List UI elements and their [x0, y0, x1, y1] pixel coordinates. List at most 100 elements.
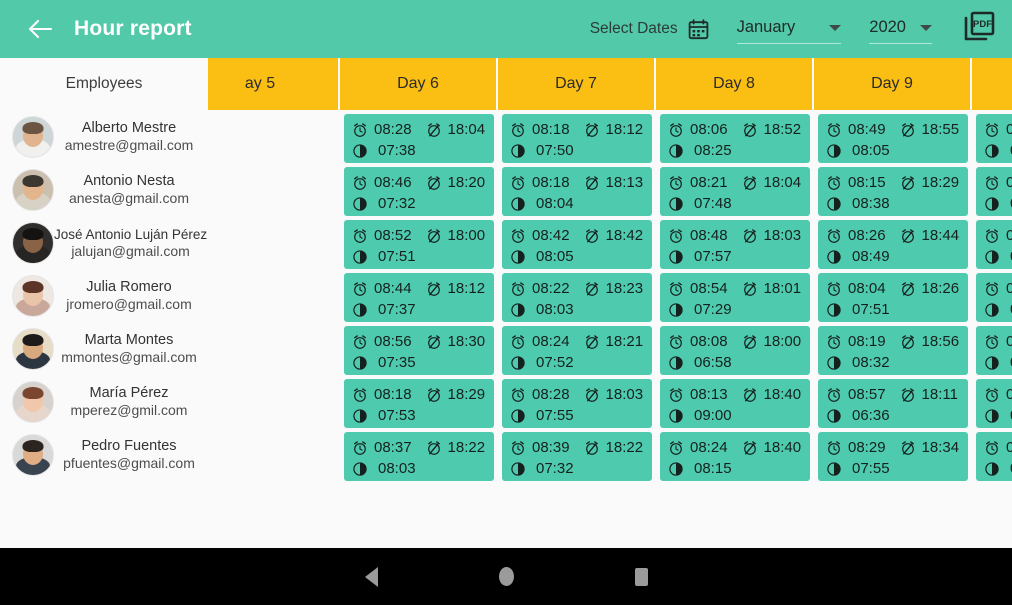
- record-inout-line: 08:24 18:40: [668, 437, 802, 458]
- day-column-header[interactable]: ay 5: [195, 58, 340, 110]
- employees-column-header: Employees: [0, 58, 208, 110]
- clock-half-icon: [353, 249, 367, 264]
- record-cell[interactable]: 08:15 08:00: [976, 273, 1012, 322]
- clock-in-time: 08:28: [374, 121, 412, 138]
- record-inout-line: 08:18 18:13: [510, 172, 644, 193]
- clock-in-time: 08:39: [532, 439, 570, 456]
- page-title: Hour report: [74, 17, 192, 40]
- nav-back-button[interactable]: [304, 566, 439, 587]
- record-cell[interactable]: 08:04 08:50: [976, 326, 1012, 375]
- record-total-line: 08:08: [984, 140, 1012, 161]
- alarm-clock-icon: [354, 387, 366, 402]
- employee-row[interactable]: Pedro Fuentes pfuentes@gmail.com: [0, 428, 208, 481]
- month-value: January: [736, 18, 796, 36]
- record-cell[interactable]: 08:18 18:13 08:04: [502, 167, 652, 216]
- total-hours: 08:15: [694, 460, 732, 477]
- record-cell[interactable]: 08:24 18:21 07:52: [502, 326, 652, 375]
- app-bar: Hour report Select Dates January 2020 PD…: [0, 0, 1012, 58]
- record-cell[interactable]: 08:48 18:03 07:57: [660, 220, 810, 269]
- record-cell[interactable]: 08:24 18:40 08:15: [660, 432, 810, 481]
- record-cell[interactable]: 08:39 18:22 07:32: [502, 432, 652, 481]
- record-cell[interactable]: 08:29 18:34 07:55: [818, 432, 968, 481]
- record-total-line: 07:38: [352, 140, 486, 161]
- record-cell[interactable]: 08:09 08:13: [976, 220, 1012, 269]
- record-cell[interactable]: 08:44 18:12 07:37: [344, 273, 494, 322]
- clock-in-time: 08:09: [1006, 227, 1012, 244]
- record-cell[interactable]: 08:18 18:29 07:53: [344, 379, 494, 428]
- day-column-header[interactable]: Day 8: [656, 58, 814, 110]
- record-cell-empty: [195, 163, 336, 216]
- back-button[interactable]: [14, 0, 66, 58]
- day-column-header[interactable]: Day 6: [340, 58, 498, 110]
- record-cell[interactable]: 08:26 18:44 08:49: [818, 220, 968, 269]
- clock-in-time: 08:37: [374, 439, 412, 456]
- alarm-clock-icon: [512, 281, 524, 296]
- record-inout-line: 08:54: [984, 437, 1012, 458]
- record-cell[interactable]: 08:46 18:20 07:32: [344, 167, 494, 216]
- alarm-off-icon: [901, 387, 914, 402]
- day-column-header[interactable]: Day 7: [498, 58, 656, 110]
- clock-half-icon: [985, 461, 999, 476]
- clock-half-icon: [511, 143, 525, 158]
- nav-recents-button[interactable]: [574, 567, 709, 586]
- day-column-header[interactable]: Day: [972, 58, 1012, 110]
- clock-out-time: 18:22: [447, 439, 486, 456]
- record-cell[interactable]: 08:57 18:11 06:36: [818, 379, 968, 428]
- employee-row[interactable]: María Pérez mperez@gmil.com: [0, 375, 208, 428]
- export-pdf-button[interactable]: PDF: [962, 9, 998, 50]
- month-dropdown[interactable]: January: [736, 18, 842, 44]
- alarm-off-icon: [427, 228, 440, 243]
- alarm-clock-icon: [512, 440, 524, 455]
- record-cell[interactable]: 08:54 07:00: [976, 432, 1012, 481]
- record-cell[interactable]: 08:28 18:04 07:38: [344, 114, 494, 163]
- day-column-header[interactable]: Day 9: [814, 58, 972, 110]
- alarm-off-icon: [901, 175, 914, 190]
- record-cell[interactable]: 08:42 18:42 08:05: [502, 220, 652, 269]
- clock-out-time: 18:22: [605, 439, 644, 456]
- record-cell[interactable]: 08:37 18:22 08:03: [344, 432, 494, 481]
- record-cell[interactable]: 08:13 18:40 09:00: [660, 379, 810, 428]
- record-cell[interactable]: 08:25 09:05: [976, 167, 1012, 216]
- employee-list: Alberto Mestre amestre@gmail.com Antonio N…: [0, 110, 208, 548]
- chevron-down-icon: [829, 24, 842, 31]
- chevron-down-icon: [920, 24, 932, 31]
- record-cell[interactable]: 08:18 18:12 07:50: [502, 114, 652, 163]
- record-cell[interactable]: 08:22 18:23 08:03: [502, 273, 652, 322]
- clock-in-time: 08:21: [690, 174, 728, 191]
- record-cell[interactable]: 08:19 18:56 08:32: [818, 326, 968, 375]
- record-total-line: 08:50: [984, 352, 1012, 373]
- employee-row[interactable]: Alberto Mestre amestre@gmail.com: [0, 110, 208, 163]
- record-cell[interactable]: 08:56 18:30 07:35: [344, 326, 494, 375]
- record-cell-empty: [195, 269, 336, 322]
- employee-row[interactable]: Antonio Nesta anesta@gmail.com: [0, 163, 208, 216]
- year-dropdown[interactable]: 2020: [869, 18, 932, 44]
- alarm-clock-icon: [828, 228, 840, 243]
- record-cell[interactable]: 08:15 18:29 08:38: [818, 167, 968, 216]
- employee-row[interactable]: Julia Romero jromero@gmail.com: [0, 269, 208, 322]
- alarm-clock-icon: [512, 175, 524, 190]
- record-cell[interactable]: 08:28 18:03 07:55: [502, 379, 652, 428]
- days-header-viewport[interactable]: ay 5 Day 6 Day 7 Day 8 Day 9 Day: [195, 58, 1012, 110]
- nav-recents-icon: [634, 567, 648, 586]
- employee-row[interactable]: Marta Montes mmontes@gmail.com: [0, 322, 208, 375]
- records-column: 08:37 08:08 08:25 09:05 08:09 08:13 08:15 08:00…: [972, 110, 1012, 481]
- record-cell[interactable]: 08:08 18:00 06:58: [660, 326, 810, 375]
- avatar-hair: [22, 439, 44, 452]
- record-inout-line: 08:37: [984, 119, 1012, 140]
- record-cell[interactable]: 08:37 08:08: [976, 114, 1012, 163]
- clock-half-icon: [985, 355, 999, 370]
- employee-text: María Pérez mperez@gmil.com: [54, 385, 208, 419]
- record-total-line: 08:03: [510, 299, 644, 320]
- record-cell[interactable]: 08:21 18:04 07:48: [660, 167, 810, 216]
- records-grid-viewport[interactable]: 08:28 18:04 07:38 08:46 18:20 07:32 08:52 18:00…: [195, 110, 1012, 548]
- select-dates-button[interactable]: Select Dates: [590, 18, 709, 40]
- record-cell[interactable]: 08:52 18:00 07:51: [344, 220, 494, 269]
- record-cell[interactable]: 08:54 18:01 07:29: [660, 273, 810, 322]
- record-cell[interactable]: 08:06 18:52 08:25: [660, 114, 810, 163]
- record-cell[interactable]: 08:04 18:26 07:51: [818, 273, 968, 322]
- nav-home-button[interactable]: [439, 567, 574, 586]
- alarm-clock-icon: [986, 175, 998, 190]
- record-cell[interactable]: 08:49 18:55 08:05: [818, 114, 968, 163]
- employee-row[interactable]: José Antonio Luján Pérez jalujan@gmail.co…: [0, 216, 208, 269]
- record-cell[interactable]: 08:21 08:56: [976, 379, 1012, 428]
